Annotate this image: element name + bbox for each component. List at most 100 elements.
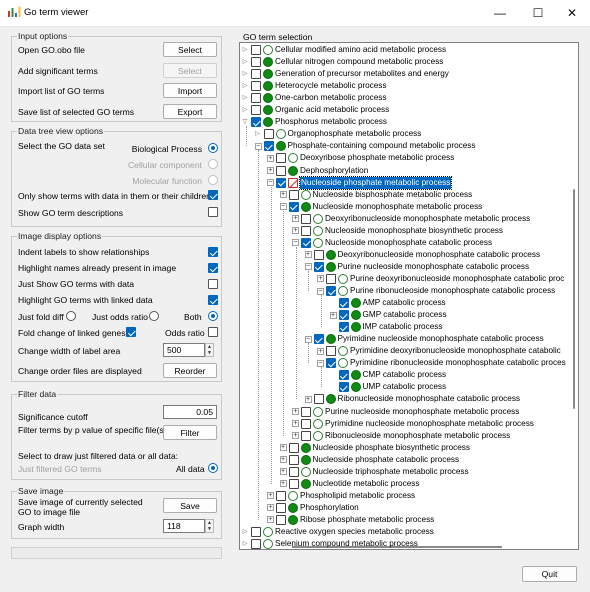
tree-node-checkbox[interactable] — [326, 346, 336, 357]
tree-node-checkbox[interactable] — [326, 286, 336, 296]
expand-arrow-icon[interactable]: ▷ — [242, 58, 248, 67]
tree-node-label[interactable]: Nucleoside monophosphate metabolic proce… — [313, 201, 483, 213]
dataset-biological-radio[interactable] — [208, 143, 218, 153]
tree-node-checkbox[interactable] — [251, 57, 261, 68]
expand-plus-icon[interactable]: + — [267, 516, 274, 524]
collapse-minus-icon[interactable]: − — [317, 359, 324, 367]
expand-plus-icon[interactable]: + — [267, 154, 274, 162]
just-odds-ratio-radio[interactable] — [149, 311, 159, 321]
significance-cutoff-input[interactable]: 0.05 — [163, 405, 217, 419]
tree-node-checkbox[interactable] — [326, 358, 336, 369]
tree-node-label[interactable]: Phosphate-containing compound metabolic … — [288, 140, 476, 152]
expand-plus-icon[interactable]: + — [267, 504, 274, 512]
tree-node-checkbox[interactable] — [338, 382, 349, 393]
tree-node-checkbox[interactable] — [338, 310, 349, 321]
tree-node-checkbox[interactable] — [338, 298, 349, 309]
expand-plus-icon[interactable]: + — [279, 468, 287, 476]
highlight-linked-checkbox[interactable] — [208, 295, 218, 305]
collapse-minus-icon[interactable]: − — [317, 287, 324, 295]
tree-node-label[interactable]: Deoxyribonucleoside monophosphate catabo… — [338, 249, 541, 261]
tree-node-checkbox[interactable] — [251, 539, 261, 549]
reorder-button[interactable]: Reorder — [163, 363, 217, 378]
collapse-minus-icon[interactable]: − — [267, 179, 274, 187]
tree-node-label[interactable]: Nucleoside phosphate biosynthetic proces… — [313, 442, 470, 454]
tree-node-checkbox[interactable] — [338, 370, 349, 381]
tree-node-checkbox[interactable] — [276, 165, 286, 176]
tree-node-checkbox[interactable] — [326, 273, 336, 284]
tree-node-label[interactable]: Purine nucleoside monophosphate cataboli… — [338, 261, 530, 273]
tree-node-checkbox[interactable] — [251, 81, 261, 92]
tree-node-label[interactable]: Selenium compound metabolic process — [275, 538, 418, 549]
expand-arrow-icon[interactable]: ▷ — [254, 130, 261, 139]
tree-node-checkbox[interactable] — [263, 141, 274, 152]
expand-plus-icon[interactable]: + — [304, 251, 312, 259]
maximize-button[interactable]: ☐ — [520, 0, 556, 26]
tree-node-checkbox[interactable] — [263, 129, 274, 140]
tree-node-checkbox[interactable] — [288, 442, 299, 453]
expand-plus-icon[interactable]: + — [317, 347, 324, 355]
collapse-minus-icon[interactable]: − — [292, 239, 299, 247]
indent-labels-checkbox[interactable] — [208, 247, 218, 257]
tree-node-checkbox[interactable] — [313, 334, 324, 345]
both-radio[interactable] — [208, 311, 218, 321]
expand-arrow-icon[interactable]: ▷ — [242, 106, 248, 115]
tree-node-label[interactable]: One-carbon metabolic process — [275, 92, 387, 104]
tree-node-label[interactable]: Nucleoside triphosphate metabolic proces… — [313, 466, 469, 478]
just-show-data-checkbox[interactable] — [208, 279, 218, 289]
tree-node-label[interactable]: Nucleotide metabolic process — [313, 478, 420, 490]
expand-plus-icon[interactable]: + — [279, 191, 287, 199]
expand-arrow-icon[interactable]: ▷ — [242, 46, 248, 54]
tree-node-checkbox[interactable] — [276, 153, 286, 164]
tree-node-checkbox[interactable] — [288, 454, 299, 465]
tree-node-checkbox[interactable] — [276, 490, 286, 501]
highlight-names-checkbox[interactable] — [208, 263, 218, 273]
tree-node-label[interactable]: Reactive oxygen species metabolic proces… — [275, 526, 434, 538]
expand-plus-icon[interactable]: + — [317, 275, 324, 283]
expand-plus-icon[interactable]: + — [279, 456, 287, 464]
tree-node-label[interactable]: Pyrimidine nucleoside monophosphate meta… — [325, 418, 534, 430]
collapse-arrow-icon[interactable]: ▽ — [242, 118, 248, 127]
expand-plus-icon[interactable]: + — [267, 492, 274, 500]
tree-node-checkbox[interactable] — [301, 418, 311, 429]
tree-node-label[interactable]: Pyrimidine nucleoside monophosphate cata… — [338, 333, 544, 345]
export-button[interactable]: Export — [163, 104, 217, 119]
label-width-spinner[interactable]: ▲ ▼ — [205, 343, 214, 357]
tree-node-label[interactable]: Deoxyribose phosphate metabolic process — [300, 152, 454, 164]
tree-node-label[interactable]: Phosphorus metabolic process — [275, 116, 387, 128]
tree-node-label[interactable]: CMP catabolic process — [363, 369, 447, 381]
tree-node-checkbox[interactable] — [276, 514, 286, 525]
show-descriptions-checkbox[interactable] — [208, 207, 218, 217]
tree-node-checkbox[interactable] — [276, 177, 286, 188]
import-button[interactable]: Import — [163, 83, 217, 98]
expand-arrow-icon[interactable]: ▷ — [242, 70, 248, 79]
select-obo-button[interactable]: Select — [163, 42, 217, 57]
tree-node-checkbox[interactable] — [313, 394, 324, 405]
all-data-radio[interactable] — [208, 463, 218, 473]
tree-node-label[interactable]: Purine ribonucleoside monophosphate cata… — [350, 285, 555, 297]
tree-node-checkbox[interactable] — [251, 527, 261, 537]
fold-change-checkbox[interactable] — [126, 327, 136, 337]
go-term-tree[interactable]: ▷ Cellular modified amino acid metabolic … — [239, 42, 579, 550]
tree-node-label[interactable]: Nucleoside bisphosphate metabolic proces… — [313, 189, 473, 201]
tree-node-label[interactable]: Purine deoxyribonucleoside monophosphate… — [350, 273, 564, 285]
tree-node-label[interactable]: Organophosphate metabolic process — [288, 128, 422, 140]
tree-node-label[interactable]: Generation of precursor metabolites and … — [275, 68, 449, 80]
expand-plus-icon[interactable]: + — [279, 480, 287, 488]
expand-arrow-icon[interactable]: ▷ — [242, 540, 248, 549]
tree-node-checkbox[interactable] — [338, 322, 349, 333]
expand-arrow-icon[interactable]: ▷ — [242, 82, 248, 91]
expand-plus-icon[interactable]: + — [292, 215, 299, 223]
tree-node-label[interactable]: Heterocycle metabolic process — [275, 80, 387, 92]
tree-node-label[interactable]: AMP catabolic process — [363, 297, 446, 309]
expand-plus-icon[interactable]: + — [292, 420, 299, 428]
tree-node-label[interactable]: Cellular modified amino acid metabolic p… — [275, 44, 446, 56]
tree-node-checkbox[interactable] — [251, 45, 261, 55]
minimize-button[interactable]: — — [482, 0, 518, 26]
tree-node-label[interactable]: Ribonucleoside monophosphate catabolic p… — [338, 393, 521, 405]
tree-node-label[interactable]: Deoxyribonucleoside monophosphate metabo… — [325, 213, 530, 225]
label-width-input[interactable]: 500 — [163, 343, 205, 357]
odds-ratio-checkbox[interactable] — [208, 327, 218, 337]
expand-plus-icon[interactable]: + — [292, 408, 299, 415]
expand-plus-icon[interactable]: + — [329, 311, 337, 319]
dataset-cellular-radio[interactable] — [208, 159, 218, 169]
